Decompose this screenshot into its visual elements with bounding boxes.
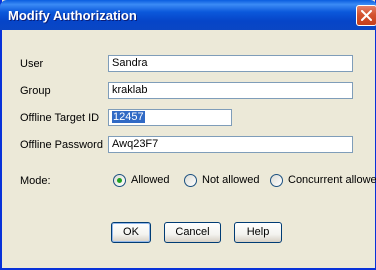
mode-radio-concurrent-allowed[interactable]: Concurrent allowed <box>270 173 376 187</box>
radio-selected-dot <box>117 177 122 183</box>
offline-target-id-value: 12457 <box>112 111 145 123</box>
radio-button-selected[interactable] <box>113 173 126 187</box>
mode-label: Mode: <box>20 175 51 187</box>
close-icon <box>361 10 372 21</box>
user-label: User <box>20 58 44 70</box>
help-button[interactable]: Help <box>234 222 282 243</box>
offline-password-label: Offline Password <box>20 139 103 151</box>
group-label: Group <box>20 85 51 97</box>
user-field[interactable]: Sandra <box>108 55 353 72</box>
offline-target-id-label: Offline Target ID <box>20 112 100 124</box>
mode-option-not-allowed-label: Not allowed <box>202 174 260 186</box>
ok-button[interactable]: OK <box>111 222 151 243</box>
mode-radio-allowed[interactable]: Allowed <box>113 173 170 187</box>
radio-button[interactable] <box>184 173 197 187</box>
offline-target-id-field[interactable]: 12457 <box>108 109 232 126</box>
cancel-button[interactable]: Cancel <box>164 222 221 243</box>
title-bar[interactable]: Modify Authorization <box>0 0 376 30</box>
mode-radio-not-allowed[interactable]: Not allowed <box>184 173 259 187</box>
close-button[interactable] <box>356 5 376 26</box>
mode-option-concurrent-allowed-label: Concurrent allowed <box>288 174 376 186</box>
radio-button[interactable] <box>270 173 283 187</box>
offline-password-field[interactable]: Awq23F7 <box>108 136 353 153</box>
group-field[interactable]: kraklab <box>108 82 353 99</box>
mode-option-allowed-label: Allowed <box>131 174 170 186</box>
window-title: Modify Authorization <box>8 8 137 23</box>
